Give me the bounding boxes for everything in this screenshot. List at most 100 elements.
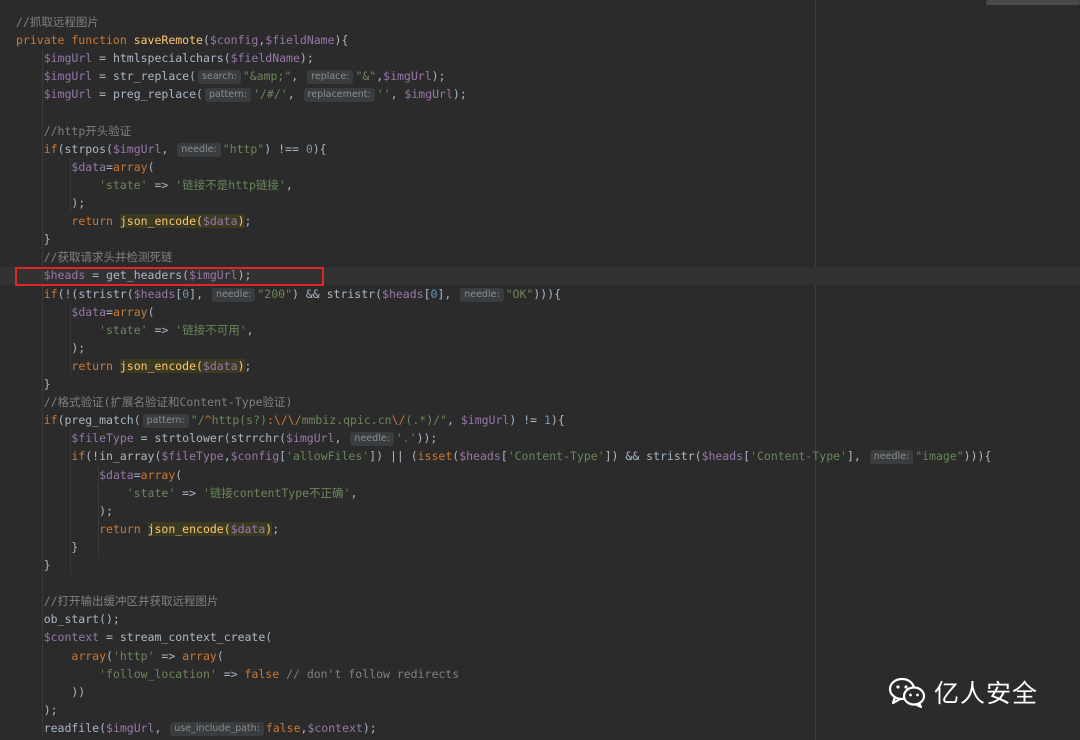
code-token: :\/\/ — [266, 413, 302, 428]
code-token: ; — [244, 214, 252, 229]
code-line[interactable]: return json_encode($data); — [16, 520, 279, 538]
code-token: (strpos( — [57, 141, 113, 156]
code-token: $fieldName — [230, 51, 300, 66]
code-line[interactable]: $imgUrl = str_replace(search: "&amp;", re… — [16, 67, 445, 85]
code-token: ))){ — [533, 286, 562, 301]
code-line[interactable]: return json_encode($data); — [16, 357, 251, 375]
code-token: $imgUrl — [43, 69, 93, 84]
code-line[interactable]: //http开头验证 — [16, 122, 132, 140]
code-line[interactable]: $data=array( — [16, 303, 155, 321]
code-token: ( — [175, 467, 183, 482]
code-token: "&" — [355, 69, 377, 84]
code-token: //打开输出缓冲区并获取远程图片 — [43, 594, 219, 609]
code-line[interactable]: } — [16, 556, 51, 574]
code-token: //http开头验证 — [43, 123, 132, 138]
indent-guide — [42, 49, 43, 737]
code-token: ); — [16, 340, 86, 355]
code-token: ); — [16, 196, 86, 210]
code-token: return — [71, 358, 120, 373]
code-line[interactable]: if(preg_match(pattern: "/^http(s?):\/\/mm… — [16, 411, 565, 429]
code-line[interactable]: $fileType = strtolower(strrchr($imgUrl, … — [16, 429, 437, 447]
code-line[interactable]: 'state' => '链接不是http链接', — [16, 176, 293, 194]
right-margin-guide — [815, 0, 816, 740]
code-token: = — [106, 159, 113, 174]
code-token: $imgUrl — [383, 69, 432, 84]
code-token: $imgUrl — [43, 87, 93, 102]
code-token: $data — [99, 467, 134, 482]
code-line[interactable]: $data=array( — [16, 466, 182, 484]
code-token: '/#/' — [253, 87, 288, 102]
code-token: ){ — [312, 141, 327, 156]
watermark-text: 亿人安全 — [934, 679, 1039, 708]
code-token: 'Content-Type' — [507, 449, 605, 464]
code-token: array — [71, 648, 107, 663]
code-token: ( — [202, 33, 210, 48]
code-token: return — [71, 214, 120, 229]
code-token: (.*)/" — [405, 413, 447, 428]
code-line[interactable]: 'state' => '链接contentType不正确', — [16, 484, 358, 502]
code-token: = — [106, 304, 113, 319]
code-token: = stream_context_create( — [99, 630, 273, 645]
code-token: 1 — [543, 413, 551, 428]
code-token: = strtolower(strrchr( — [133, 431, 287, 446]
code-line[interactable]: $imgUrl = preg_replace(pattern: '/#/', re… — [16, 85, 467, 103]
code-line[interactable]: ); — [16, 339, 85, 357]
code-token: ){ — [334, 33, 349, 48]
code-token: ) != — [509, 413, 544, 428]
code-token: $fieldName — [265, 33, 335, 48]
code-token: ( — [216, 648, 224, 663]
code-token: $config — [209, 33, 259, 48]
code-token: = preg_replace( — [92, 87, 203, 102]
parameter-hint: use_include_path: — [170, 721, 264, 736]
code-line[interactable]: $data=array( — [16, 158, 154, 176]
code-line[interactable]: //获取请求头并检测死链 — [16, 248, 173, 266]
code-token: , — [447, 413, 461, 428]
horizontal-scrollbar-thumb[interactable] — [986, 0, 1080, 5]
code-token: ( — [106, 648, 113, 663]
code-line[interactable]: $context = stream_context_create( — [16, 628, 272, 646]
code-line[interactable]: } — [16, 230, 51, 248]
code-token: "&amp;" — [242, 69, 292, 84]
code-line[interactable]: readfile($imgUrl, use_include_path: false… — [16, 719, 377, 737]
code-token: "image" — [915, 449, 964, 464]
code-token: $config — [230, 449, 280, 464]
code-token: ( — [147, 304, 155, 319]
code-token: $data — [230, 521, 266, 536]
code-line[interactable]: ); — [16, 194, 85, 212]
code-line[interactable]: if(!in_array($fileType,$config ['allowFil… — [16, 447, 991, 465]
code-line[interactable]: //抓取远程图片 — [16, 13, 99, 31]
code-line[interactable]: array('http' => array( — [16, 647, 224, 665]
code-editor[interactable]: //抓取远程图片 private function saveRemote($con… — [0, 0, 1080, 740]
code-line[interactable]: if(strpos($imgUrl, needle: "http") !== 0)… — [16, 140, 327, 158]
parameter-hint: needle: — [211, 287, 256, 302]
code-line[interactable]: } — [16, 538, 78, 556]
code-token: ], — [437, 286, 459, 301]
code-token: 'state' — [99, 177, 148, 192]
code-line[interactable]: )) — [16, 683, 85, 701]
code-line[interactable]: ob_start(); — [16, 610, 120, 628]
code-token: return — [99, 521, 148, 536]
code-token: ob_start(); — [16, 612, 120, 627]
code-line[interactable]: //格式验证(扩展名验证和Content-Type验证) — [16, 393, 293, 411]
code-token: } — [16, 558, 51, 572]
watermark: 亿人安全 — [888, 672, 1038, 712]
code-line[interactable]: if(!(stristr($heads[0], needle: "200") &&… — [16, 285, 561, 303]
parameter-hint: needle: — [177, 142, 221, 157]
code-line[interactable]: 'follow_location' => false // don't foll… — [16, 665, 459, 683]
code-line[interactable]: return json_encode($data); — [16, 212, 251, 230]
code-line[interactable]: //打开输出缓冲区并获取远程图片 — [16, 592, 219, 610]
code-line[interactable]: private function saveRemote($config,$fie… — [16, 31, 348, 49]
code-line[interactable]: 'state' => '链接不可用', — [16, 321, 253, 339]
code-token: $data — [202, 358, 238, 373]
code-line[interactable]: $imgUrl = htmlspecialchars($fieldName); — [16, 49, 314, 67]
code-line[interactable]: } — [16, 375, 51, 393]
code-token: '链接不可用' — [175, 322, 247, 337]
code-line[interactable]: ); — [16, 701, 58, 719]
code-token: $imgUrl — [404, 87, 453, 102]
